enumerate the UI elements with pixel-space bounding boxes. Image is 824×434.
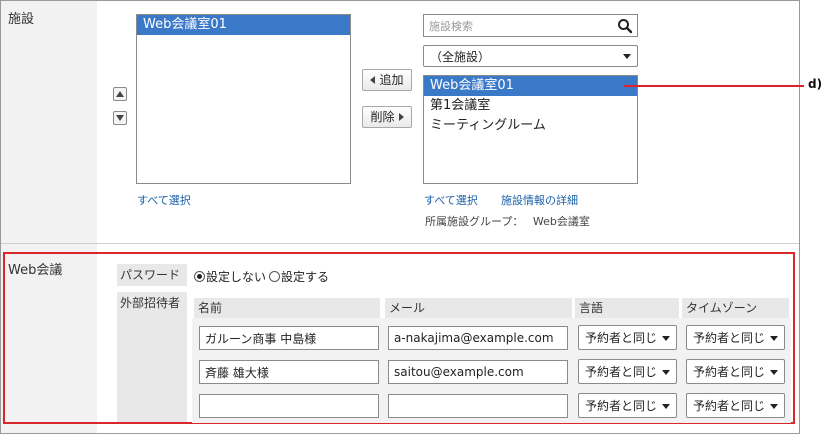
triangle-up-icon xyxy=(116,91,124,97)
password-radio-group: 設定しない 設定する xyxy=(194,268,329,285)
facility-search-placeholder: 施設検索 xyxy=(429,19,473,33)
guest-timezone-value: 予約者と同じ xyxy=(693,331,766,345)
facility-search-input[interactable]: 施設検索 xyxy=(423,14,638,37)
guest-timezone-value: 予約者と同じ xyxy=(693,399,766,413)
chevron-down-icon xyxy=(770,403,778,409)
guest-language-select[interactable]: 予約者と同じ xyxy=(578,393,677,418)
guest-language-select[interactable]: 予約者と同じ xyxy=(578,325,677,350)
callout-line xyxy=(624,85,804,87)
available-facility-option[interactable]: ミーティングルーム xyxy=(424,116,637,136)
available-facility-option[interactable]: 第1会議室 xyxy=(424,96,637,116)
select-all-available-link[interactable]: すべて選択 xyxy=(424,192,478,208)
facility-group-info-label: 所属施設グループ： xyxy=(425,215,524,228)
chevron-down-icon xyxy=(770,369,778,375)
guest-timezone-select[interactable]: 予約者と同じ xyxy=(686,393,785,418)
guest-language-select[interactable]: 予約者と同じ xyxy=(578,359,677,384)
guest-name-input[interactable]: 斉藤 雄大様 xyxy=(199,360,379,384)
guest-timezone-select[interactable]: 予約者と同じ xyxy=(686,359,785,384)
facility-group-info-value: Web会議室 xyxy=(532,215,590,228)
guest-language-value: 予約者と同じ xyxy=(585,365,658,379)
available-facility-option[interactable]: Web会議室01 xyxy=(424,76,637,96)
facility-group-info: 所属施設グループ： Web会議室 xyxy=(425,213,590,229)
chevron-down-icon xyxy=(662,335,670,341)
password-on-label[interactable]: 設定する xyxy=(281,268,329,285)
chevron-down-icon xyxy=(770,335,778,341)
move-up-button[interactable] xyxy=(113,87,127,101)
password-off-radio[interactable] xyxy=(194,271,205,282)
guest-timezone-select[interactable]: 予約者と同じ xyxy=(686,325,785,350)
external-guests-label: 外部招待者 xyxy=(117,292,187,422)
chevron-down-icon xyxy=(623,54,631,59)
section-divider xyxy=(1,243,799,244)
guest-name-input[interactable]: ガルーン商事 中島様 xyxy=(199,326,379,350)
facility-group-select[interactable]: （全施設） xyxy=(423,45,638,67)
add-button-label: 追加 xyxy=(379,73,404,87)
arrow-left-icon xyxy=(370,76,376,84)
column-header-timezone: タイムゾーン xyxy=(682,298,789,318)
chevron-down-icon xyxy=(662,369,670,375)
password-label: パスワード xyxy=(117,264,187,286)
add-button[interactable]: 追加 xyxy=(362,69,412,91)
facility-details-link[interactable]: 施設情報の詳細 xyxy=(501,192,578,208)
password-off-label[interactable]: 設定しない xyxy=(206,268,266,285)
guest-timezone-value: 予約者と同じ xyxy=(693,365,766,379)
chevron-down-icon xyxy=(662,403,670,409)
triangle-down-icon xyxy=(116,115,124,121)
select-all-selected-link[interactable]: すべて選択 xyxy=(137,192,191,208)
guest-language-value: 予約者と同じ xyxy=(585,331,658,345)
selected-facility-option[interactable]: Web会議室01 xyxy=(137,15,350,35)
password-on-radio[interactable] xyxy=(269,271,281,282)
remove-button[interactable]: 削除 xyxy=(362,106,412,128)
move-down-button[interactable] xyxy=(113,111,127,125)
guest-name-input[interactable] xyxy=(199,394,379,418)
selected-facilities-list[interactable]: Web会議室01 xyxy=(136,14,351,184)
facility-group-value: （全施設） xyxy=(430,49,491,64)
guest-language-value: 予約者と同じ xyxy=(585,399,658,413)
search-icon[interactable] xyxy=(617,18,633,34)
guest-email-input[interactable]: a-nakajima@example.com xyxy=(388,326,568,350)
remove-button-label: 削除 xyxy=(370,110,395,124)
column-header-language: 言語 xyxy=(575,298,679,318)
callout-label: d) xyxy=(808,77,823,91)
facility-row-label: 施設 xyxy=(8,12,35,27)
arrow-right-icon xyxy=(398,113,404,121)
available-facilities-list[interactable]: Web会議室01 第1会議室 ミーティングルーム xyxy=(423,75,638,184)
guest-email-input[interactable]: saitou@example.com xyxy=(388,360,568,384)
column-header-email: メール xyxy=(385,298,572,318)
column-header-name: 名前 xyxy=(194,298,380,318)
guest-email-input[interactable] xyxy=(388,394,568,418)
